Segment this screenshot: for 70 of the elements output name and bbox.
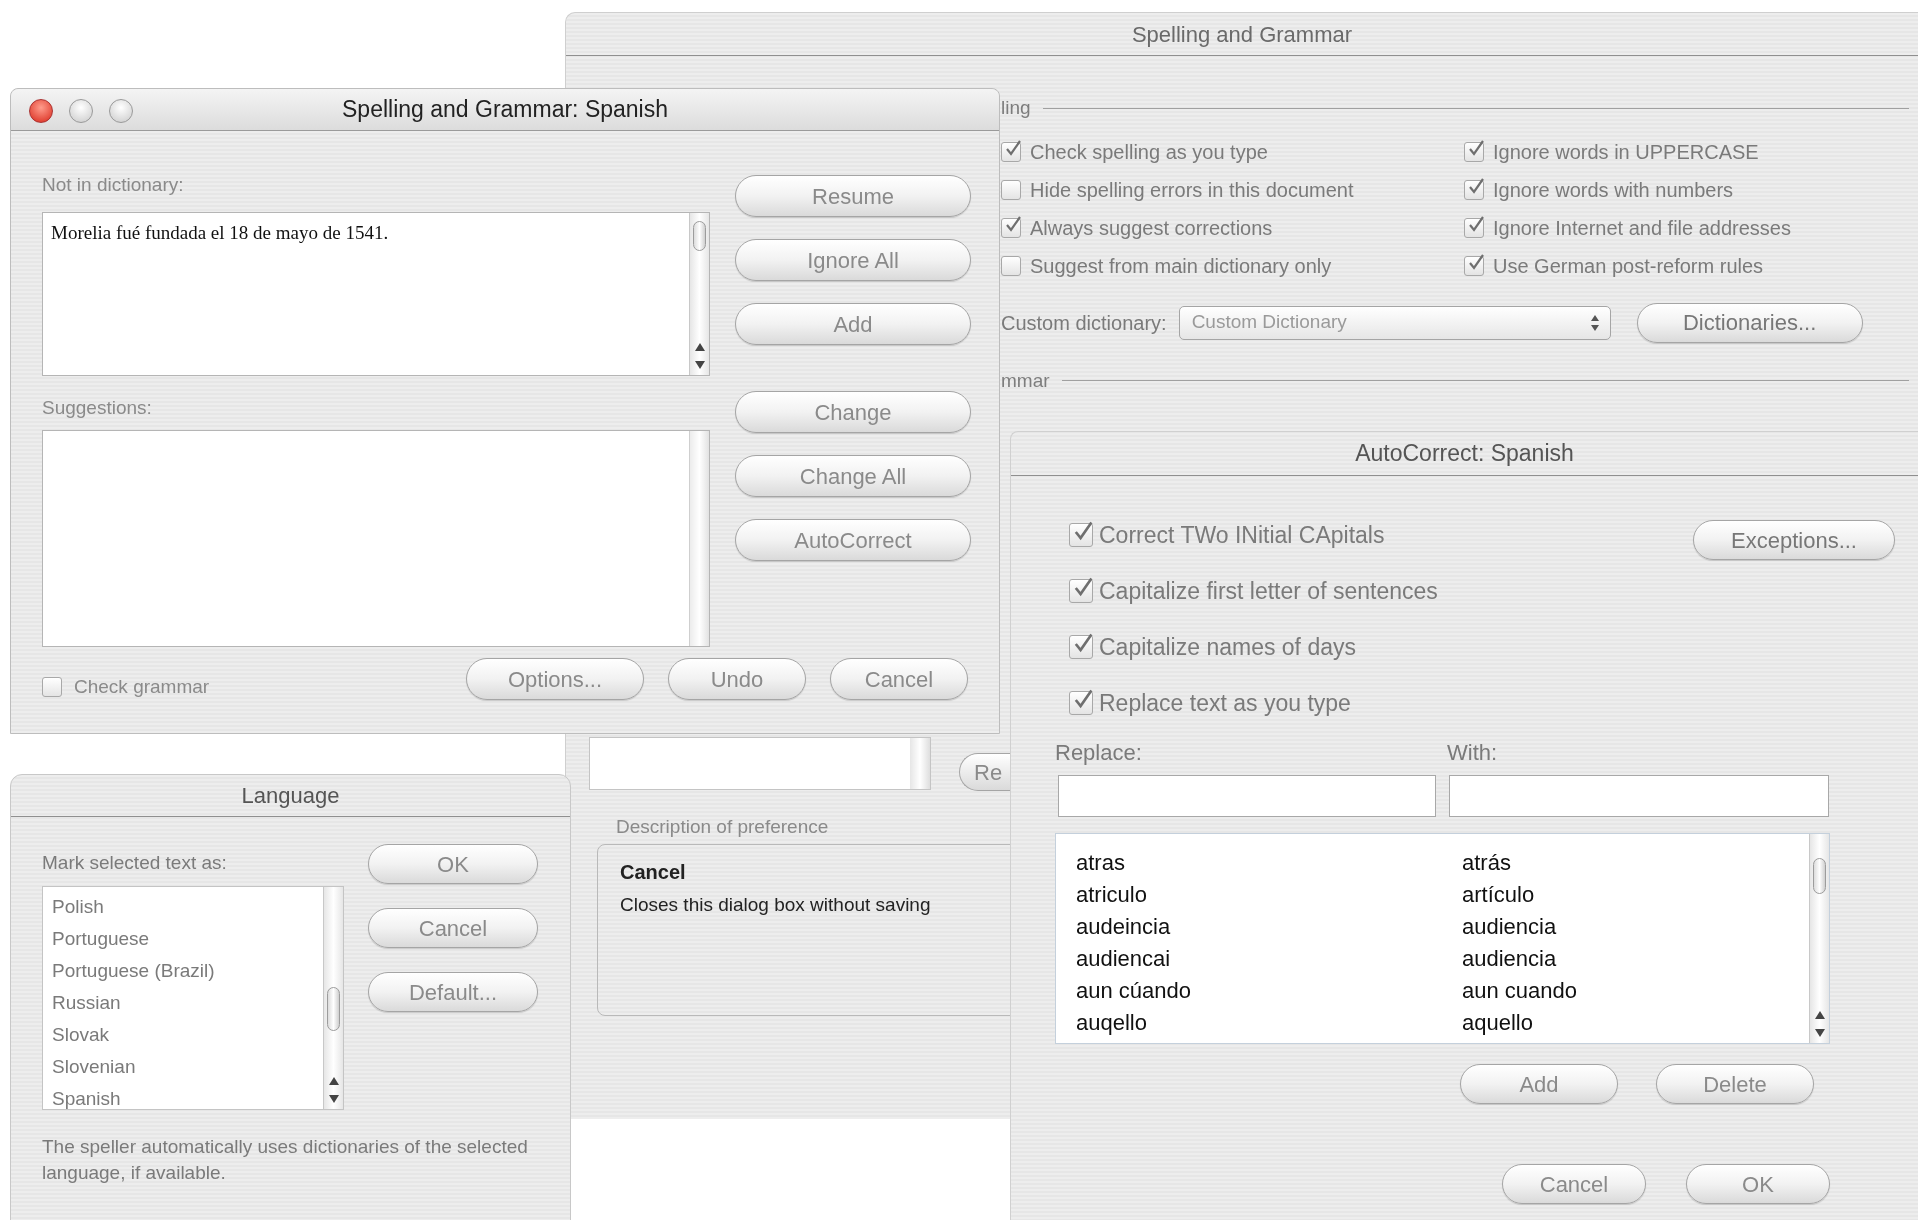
language-list[interactable]: Polish Portuguese Portuguese (Brazil) Russian Slovak Slovenian Spanish	[42, 885, 344, 1110]
list-item[interactable]: Slovak	[52, 1018, 323, 1051]
dialog-button[interactable]: Default...	[368, 972, 538, 1012]
autocorrect-list[interactable]: atras atrás atriculo artículo audeincia audiencia audiencai audiencia aun cúando aun cuando auqello aquello	[1055, 833, 1830, 1044]
checkbox-label: Ignore words in UPPERCASE	[1493, 139, 1759, 165]
list-item[interactable]: Slovenian	[52, 1050, 323, 1083]
dialog-button[interactable]: OK	[368, 844, 538, 884]
section-heading: ling	[1001, 96, 1031, 120]
action-button[interactable]: Ignore All	[735, 239, 971, 281]
checkbox-label: Suggest from main dictionary only	[1030, 253, 1332, 279]
list-cell-text: aquello	[1462, 1008, 1533, 1037]
exceptions-button[interactable]: Exceptions...	[1693, 520, 1895, 560]
section-heading: mmar	[1001, 368, 1050, 393]
field-label: With:	[1447, 739, 1498, 767]
field-label: Replace:	[1055, 739, 1143, 767]
checkbox-label: Ignore Internet and file addresses	[1493, 215, 1791, 241]
dialog-button[interactable]: Options...	[466, 658, 644, 700]
list-cell-text: artículo	[1462, 880, 1535, 909]
window-title: Language	[241, 782, 340, 810]
list-item[interactable]: Russian	[52, 986, 323, 1019]
dictionary-dropdown[interactable]: Custom Dictionary	[1178, 305, 1611, 340]
list-cell-text: aun cuando	[1462, 976, 1577, 1005]
list-button[interactable]: Add	[1460, 1064, 1618, 1104]
checkbox-label: Always suggest corrections	[1030, 215, 1273, 241]
checkbox-label: Capitalize names of days	[1099, 632, 1356, 662]
dialog-button[interactable]: Cancel	[830, 658, 968, 700]
list-item[interactable]: Portuguese (Brazil)	[52, 954, 323, 987]
list-cell-text: audiencia	[1462, 944, 1557, 973]
checkbox-label: Capitalize first letter of sentences	[1099, 576, 1438, 606]
dialog-button[interactable]: Cancel	[1502, 1164, 1646, 1204]
window-title: AutoCorrect: Spanish	[1355, 439, 1574, 469]
help-text: The speller automatically uses dictionaries of the selected language, if available.	[42, 1134, 529, 1185]
action-button[interactable]: Resume	[735, 175, 971, 217]
group-label: Description of preference	[616, 815, 830, 839]
description-title: Cancel	[620, 859, 687, 885]
description-text: Closes this dialog box without saving	[620, 892, 932, 917]
action-button[interactable]: Add	[735, 303, 971, 345]
field-label: Mark selected text as:	[42, 851, 228, 875]
dialog-button[interactable]: Undo	[668, 658, 806, 700]
list-cell-text: audiencia	[1462, 912, 1557, 941]
list-cell-text: atrás	[1462, 848, 1511, 877]
list-cell-text: auqello	[1076, 1008, 1148, 1037]
checkbox-label: Correct TWo INitial CApitals	[1099, 520, 1385, 550]
list-cell-text: atras	[1076, 848, 1126, 877]
list-button[interactable]: Delete	[1656, 1064, 1814, 1104]
partial-button[interactable]: Re	[959, 753, 1011, 791]
checkbox-label: Replace text as you type	[1099, 688, 1351, 718]
checkbox-label: Check spelling as you type	[1030, 139, 1268, 165]
list-item[interactable]: Portuguese	[52, 922, 323, 955]
checkbox-label: Use German post-reform rules	[1493, 253, 1764, 279]
action-button[interactable]: Change	[735, 391, 971, 433]
checkbox-label: Check grammar	[74, 675, 210, 699]
checkbox-label: Ignore words with numbers	[1493, 177, 1734, 203]
field-label: Custom dictionary:	[1001, 310, 1167, 336]
field-label: Suggestions:	[42, 395, 153, 420]
action-button[interactable]: Change All	[735, 455, 971, 497]
sentence-field[interactable]: Morelia fué fundada el 18 de mayo de 1541.	[42, 211, 710, 376]
window-title: Spelling and Grammar: Spanish	[342, 95, 668, 125]
dialog-button[interactable]: OK	[1686, 1164, 1830, 1204]
field-label: Not in dictionary:	[42, 173, 185, 197]
dialog-button[interactable]: Cancel	[368, 908, 538, 948]
list-item[interactable]: Polish	[52, 890, 323, 923]
list-cell-text: audeincia	[1076, 912, 1172, 941]
list-cell-text: atriculo	[1076, 880, 1148, 909]
list-cell-text: audiencai	[1076, 944, 1172, 973]
window-title: Spelling and Grammar	[1131, 20, 1353, 49]
list-cell-text: aun cúando	[1076, 976, 1192, 1005]
dictionaries-button[interactable]: Dictionaries...	[1636, 302, 1863, 343]
action-button[interactable]: AutoCorrect	[735, 519, 971, 561]
checkbox-label: Hide spelling errors in this document	[1030, 177, 1354, 203]
